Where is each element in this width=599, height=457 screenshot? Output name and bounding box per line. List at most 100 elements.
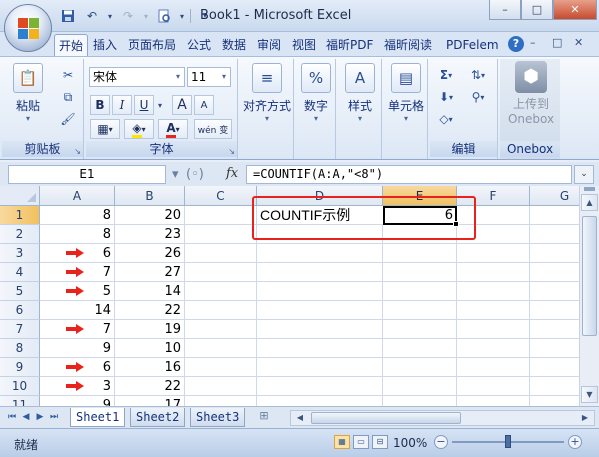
cell-c8[interactable] bbox=[185, 339, 257, 358]
horizontal-scrollbar[interactable]: ◀ ▶ bbox=[290, 410, 595, 426]
tab-data[interactable]: 数据 bbox=[218, 34, 250, 56]
cell-f11[interactable] bbox=[457, 396, 530, 406]
cell-d2[interactable] bbox=[257, 225, 383, 244]
number-button[interactable]: % 数字 ▾ bbox=[294, 63, 338, 123]
row-header[interactable]: 8 bbox=[0, 339, 40, 358]
dropdown-arrow-icon[interactable]: ▾ bbox=[106, 7, 114, 25]
formula-input[interactable]: =COUNTIF(A:A,"<8") bbox=[246, 165, 572, 184]
horizontal-scroll-thumb[interactable] bbox=[311, 412, 461, 424]
cell-f4[interactable] bbox=[457, 263, 530, 282]
undo-icon[interactable]: ↶ bbox=[82, 7, 102, 25]
cell-c4[interactable] bbox=[185, 263, 257, 282]
paste-button[interactable]: 📋 粘贴 ▾ bbox=[6, 63, 50, 123]
cells-button[interactable]: ▤ 单元格 ▾ bbox=[384, 63, 428, 123]
grow-font-button[interactable]: A bbox=[172, 95, 192, 115]
minimize-button[interactable]: – bbox=[489, 0, 521, 20]
cell-d5[interactable] bbox=[257, 282, 383, 301]
column-header-e[interactable]: E bbox=[383, 186, 457, 206]
row-header[interactable]: 7 bbox=[0, 320, 40, 339]
insert-sheet-icon[interactable]: ⊞ bbox=[254, 409, 274, 425]
phonetic-button[interactable]: wén 变 bbox=[194, 119, 232, 139]
worksheet-grid[interactable]: A B C D E F G 1 8 20 COUNTIF示例 6 2 8 23 3 6 26 4 7 27 5 5 14 6 14… bbox=[0, 186, 579, 406]
tab-view[interactable]: 视图 bbox=[288, 34, 320, 56]
page-layout-view-icon[interactable]: ▭ bbox=[353, 435, 369, 449]
cell-d6[interactable] bbox=[257, 301, 383, 320]
cell-c11[interactable] bbox=[185, 396, 257, 406]
first-sheet-icon[interactable]: ⏮ bbox=[6, 411, 18, 424]
next-sheet-icon[interactable]: ▶ bbox=[34, 411, 46, 424]
cell-b3[interactable]: 26 bbox=[115, 244, 185, 263]
insert-function-button[interactable]: fx bbox=[226, 166, 238, 181]
name-box-dropdown-icon[interactable]: ▾ bbox=[172, 167, 179, 182]
tab-formulas[interactable]: 公式 bbox=[183, 34, 215, 56]
shrink-font-button[interactable]: A bbox=[194, 95, 214, 115]
find-select-button[interactable]: ⚲ ▾ bbox=[464, 87, 492, 107]
dropdown-arrow-icon[interactable]: ▾ bbox=[155, 95, 165, 115]
cell-c1[interactable] bbox=[185, 206, 257, 225]
cell-d7[interactable] bbox=[257, 320, 383, 339]
name-box[interactable]: E1 bbox=[8, 165, 166, 184]
cell-c5[interactable] bbox=[185, 282, 257, 301]
office-button[interactable] bbox=[4, 4, 52, 52]
column-header-f[interactable]: F bbox=[457, 186, 530, 206]
cell-g1[interactable] bbox=[530, 206, 579, 225]
column-header-g[interactable]: G bbox=[530, 186, 579, 206]
cell-a11[interactable]: 9 bbox=[40, 396, 115, 406]
cell-g4[interactable] bbox=[530, 263, 579, 282]
cell-f3[interactable] bbox=[457, 244, 530, 263]
print-preview-icon[interactable] bbox=[154, 7, 174, 25]
cut-icon[interactable]: ✂ bbox=[58, 65, 78, 85]
cell-g7[interactable] bbox=[530, 320, 579, 339]
zoom-slider-thumb[interactable] bbox=[505, 435, 511, 448]
row-header[interactable]: 10 bbox=[0, 377, 40, 396]
column-header-d[interactable]: D bbox=[257, 186, 383, 206]
cell-d4[interactable] bbox=[257, 263, 383, 282]
cell-b11[interactable]: 17 bbox=[115, 396, 185, 406]
scroll-down-icon[interactable]: ▼ bbox=[581, 386, 598, 403]
cell-d10[interactable] bbox=[257, 377, 383, 396]
alignment-button[interactable]: ≡ 对齐方式 ▾ bbox=[243, 63, 291, 123]
cell-b9[interactable]: 16 bbox=[115, 358, 185, 377]
redo-icon[interactable]: ↷ bbox=[118, 7, 138, 25]
vertical-scroll-thumb[interactable] bbox=[582, 216, 597, 336]
cell-e10[interactable] bbox=[383, 377, 457, 396]
cell-b5[interactable]: 14 bbox=[115, 282, 185, 301]
cell-g11[interactable] bbox=[530, 396, 579, 406]
cell-f8[interactable] bbox=[457, 339, 530, 358]
formula-bar-toggle-icon[interactable]: (◦) bbox=[186, 167, 204, 182]
ribbon-minimize-icon[interactable]: – bbox=[530, 36, 536, 49]
sort-filter-button[interactable]: ⇅ ▾ bbox=[464, 65, 492, 85]
cell-e3[interactable] bbox=[383, 244, 457, 263]
font-size-select[interactable]: 11 ▾ bbox=[187, 67, 231, 87]
row-header[interactable]: 2 bbox=[0, 225, 40, 244]
cell-f5[interactable] bbox=[457, 282, 530, 301]
column-header-a[interactable]: A bbox=[40, 186, 115, 206]
cell-f2[interactable] bbox=[457, 225, 530, 244]
italic-button[interactable]: I bbox=[112, 95, 132, 115]
cell-g6[interactable] bbox=[530, 301, 579, 320]
cell-b7[interactable]: 19 bbox=[115, 320, 185, 339]
copy-icon[interactable]: ⧉ bbox=[58, 87, 78, 107]
cell-a8[interactable]: 9 bbox=[40, 339, 115, 358]
cell-g10[interactable] bbox=[530, 377, 579, 396]
cell-e9[interactable] bbox=[383, 358, 457, 377]
autosum-button[interactable]: Σ ▾ bbox=[432, 65, 460, 85]
row-header[interactable]: 3 bbox=[0, 244, 40, 263]
cell-g8[interactable] bbox=[530, 339, 579, 358]
tab-home[interactable]: 开始 bbox=[54, 34, 89, 56]
cell-b8[interactable]: 10 bbox=[115, 339, 185, 358]
column-header-b[interactable]: B bbox=[115, 186, 185, 206]
tab-foxit-pdf[interactable]: 福昕PDF bbox=[322, 34, 377, 56]
tab-page-layout[interactable]: 页面布局 bbox=[124, 34, 180, 56]
cell-d1[interactable]: COUNTIF示例 bbox=[257, 206, 383, 225]
tab-foxit-reader[interactable]: 福昕阅读 bbox=[380, 34, 436, 56]
expand-formula-bar-icon[interactable]: ⌄ bbox=[574, 165, 594, 184]
zoom-out-icon[interactable]: − bbox=[434, 435, 448, 449]
cell-c7[interactable] bbox=[185, 320, 257, 339]
zoom-in-icon[interactable]: + bbox=[568, 435, 582, 449]
cell-c9[interactable] bbox=[185, 358, 257, 377]
cell-g9[interactable] bbox=[530, 358, 579, 377]
tab-insert[interactable]: 插入 bbox=[89, 34, 121, 56]
dropdown-arrow-icon[interactable]: ▾ bbox=[142, 7, 150, 25]
cell-e7[interactable] bbox=[383, 320, 457, 339]
